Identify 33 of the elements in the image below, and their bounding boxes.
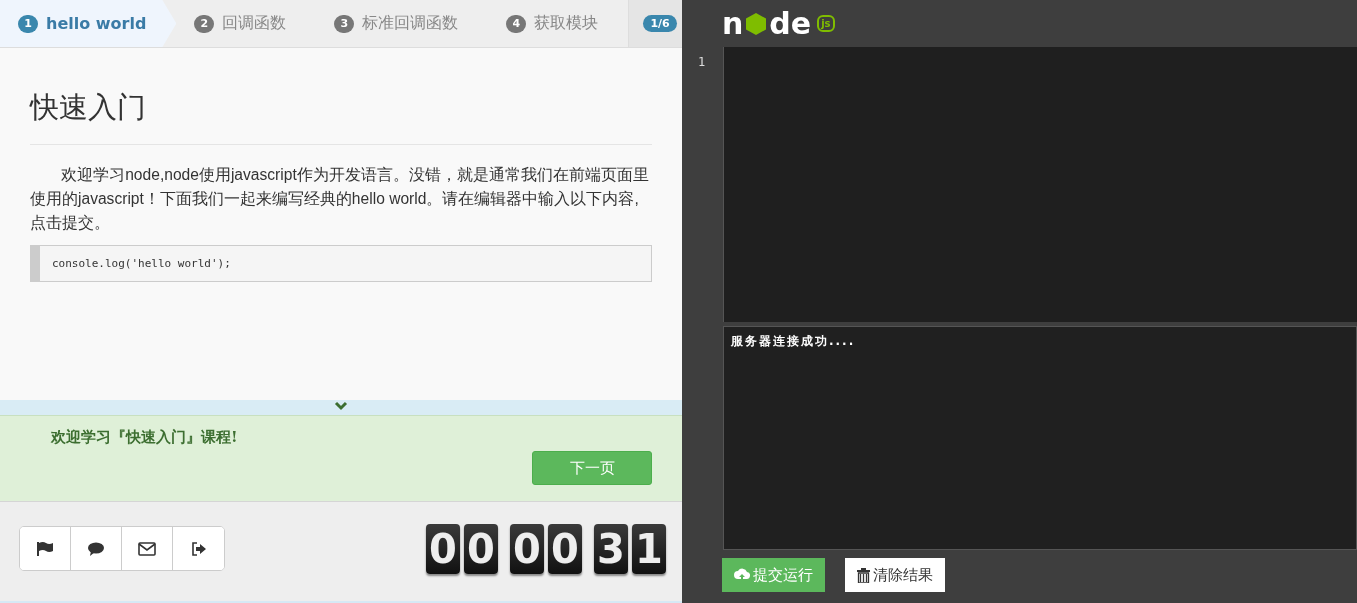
trash-icon bbox=[857, 567, 870, 583]
submit-run-button[interactable]: 提交运行 bbox=[722, 558, 825, 592]
code-block: console.log('hello world'); bbox=[30, 245, 652, 282]
progress-badge: 1/6 bbox=[643, 15, 677, 32]
step-number: 3 bbox=[334, 14, 355, 33]
timer-digit: 0 bbox=[426, 523, 460, 574]
step-number: 4 bbox=[506, 14, 527, 33]
logo-badge: js bbox=[817, 15, 835, 32]
clear-results-button[interactable]: 清除结果 bbox=[845, 558, 945, 592]
speech-bubble-icon bbox=[87, 540, 105, 557]
hexagon-icon bbox=[745, 11, 768, 36]
output-text: 服务器连接成功.... bbox=[731, 334, 856, 348]
next-page-button[interactable]: 下一页 bbox=[532, 451, 652, 485]
step-number: 2 bbox=[194, 14, 215, 33]
chevron-down-icon[interactable] bbox=[334, 400, 348, 412]
envelope-icon bbox=[138, 541, 156, 556]
logo-text: n bbox=[722, 8, 744, 39]
timer-digit: 3 bbox=[594, 523, 628, 574]
step-tab[interactable]: 1 hello world bbox=[0, 0, 177, 47]
cloud-upload-icon bbox=[734, 568, 750, 582]
timer-digit: 0 bbox=[510, 523, 544, 574]
line-number: 1 bbox=[698, 55, 707, 69]
logo-text: de bbox=[769, 8, 812, 39]
flag-icon bbox=[36, 540, 54, 557]
flag-button[interactable] bbox=[20, 527, 71, 570]
sign-out-icon bbox=[190, 541, 207, 556]
timer-digit: 0 bbox=[464, 523, 498, 574]
timer-digit: 1 bbox=[632, 523, 666, 574]
timer-digit: 0 bbox=[548, 523, 582, 574]
lesson-title: 快速入门 bbox=[30, 88, 652, 145]
step-number: 1 bbox=[18, 14, 38, 33]
notice-message: 欢迎学习『快速入门』课程! bbox=[51, 428, 239, 447]
lesson-paragraph: 欢迎学习node,node使用javascript作为开发语言。没错，就是通常我们在前端页面里使用的javascript！下面我们一起来编写经典的hello world。请在编辑器中输入以下内容,点击提交。 bbox=[30, 165, 650, 233]
